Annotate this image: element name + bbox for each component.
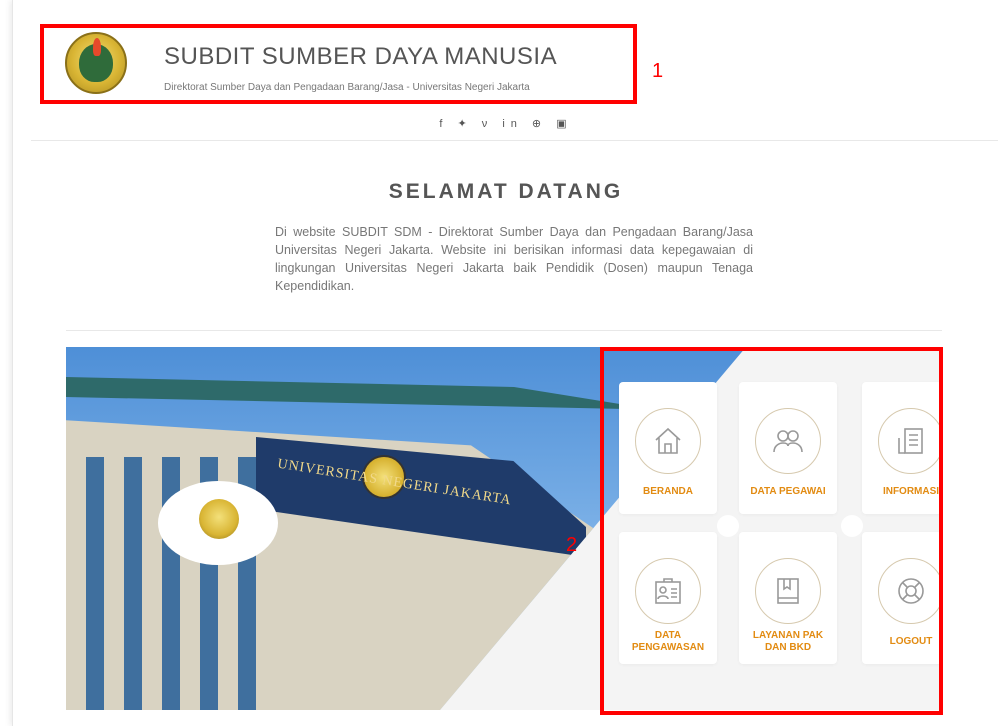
welcome-title: SELAMAT DATANG [388, 180, 624, 203]
annotation-box-1 [40, 24, 637, 104]
annotation-box-2 [600, 347, 943, 715]
header-divider [31, 140, 998, 141]
annotation-label-2: 2 [566, 534, 578, 556]
annotation-label-1: 1 [652, 60, 664, 82]
banner-logo [158, 481, 278, 565]
social-links[interactable]: f ✦ ν in ⊕ ▣ [13, 117, 998, 130]
content-divider [66, 330, 942, 331]
welcome-text: Di website SUBDIT SDM - Direktorat Sumbe… [275, 225, 753, 293]
